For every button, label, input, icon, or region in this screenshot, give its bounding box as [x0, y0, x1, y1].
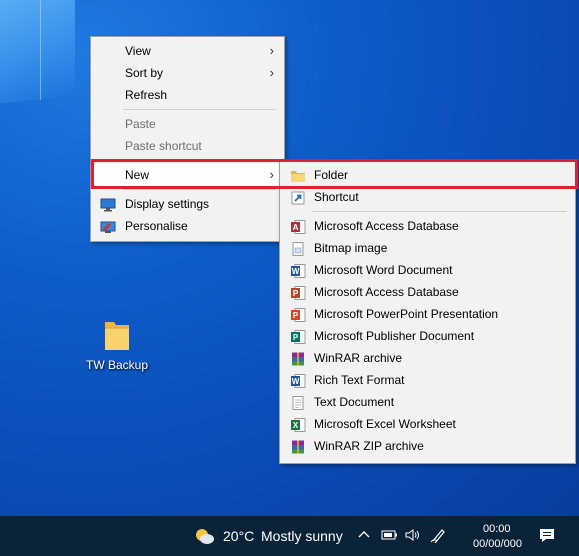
submenu-item-bitmap-image[interactable]: Bitmap image	[280, 237, 575, 259]
display-icon	[100, 197, 116, 212]
weather-temperature[interactable]: 20°C	[223, 516, 254, 556]
clock-date[interactable]: 00/00/000	[473, 538, 522, 550]
svg-text:P: P	[293, 333, 299, 342]
svg-text:P: P	[293, 311, 299, 320]
bitmap-icon	[290, 241, 306, 256]
submenu-item-publisher[interactable]: P Microsoft Publisher Document	[280, 325, 575, 347]
submenu-item-shortcut[interactable]: Shortcut	[280, 186, 575, 208]
publisher-icon: P	[290, 329, 306, 344]
weather-condition[interactable]: Mostly sunny	[261, 516, 343, 556]
notification-center-icon[interactable]	[538, 527, 556, 548]
access-icon: A	[290, 219, 306, 234]
svg-text:A: A	[293, 223, 299, 232]
chevron-up-icon[interactable]	[357, 528, 371, 545]
rtf-icon: W	[290, 373, 306, 388]
submenu-item-word-document[interactable]: W Microsoft Word Document	[280, 259, 575, 281]
menu-item-display-settings[interactable]: Display settings	[91, 193, 284, 215]
menu-separator	[312, 211, 567, 212]
svg-text:P: P	[293, 289, 299, 298]
chevron-right-icon: ›	[269, 43, 274, 58]
svg-text:W: W	[292, 377, 300, 386]
desktop-context-menu: View › Sort by › Refresh Paste Paste sho…	[90, 36, 285, 242]
submenu-item-powerpoint[interactable]: P Microsoft PowerPoint Presentation	[280, 303, 575, 325]
submenu-item-access-database-2[interactable]: P Microsoft Access Database	[280, 281, 575, 303]
powerpoint-icon: P	[290, 307, 306, 322]
menu-separator	[123, 189, 276, 190]
text-document-icon	[290, 395, 306, 410]
taskbar: 20°C Mostly sunny 00:00 00/00/000	[0, 516, 579, 556]
submenu-item-winrar-zip-archive[interactable]: WinRAR ZIP archive	[280, 435, 575, 457]
winrar-zip-icon	[290, 439, 306, 454]
battery-icon[interactable]	[381, 528, 399, 545]
highlight-box	[91, 159, 578, 189]
menu-item-view[interactable]: View ›	[91, 40, 284, 62]
menu-item-paste-shortcut[interactable]: Paste shortcut	[91, 135, 284, 157]
submenu-item-rich-text-format[interactable]: W Rich Text Format	[280, 369, 575, 391]
volume-icon[interactable]	[404, 528, 422, 545]
personalise-icon	[100, 219, 116, 233]
wallpaper-light-edge	[40, 0, 81, 100]
menu-item-sort-by[interactable]: Sort by ›	[91, 62, 284, 84]
excel-icon: X	[290, 417, 306, 432]
winrar-icon	[290, 351, 306, 366]
submenu-item-access-database[interactable]: A Microsoft Access Database	[280, 215, 575, 237]
svg-text:X: X	[293, 421, 299, 430]
word-icon: W	[290, 263, 306, 278]
desktop-icon-label: TW Backup	[85, 358, 148, 372]
chevron-right-icon: ›	[269, 65, 274, 80]
new-submenu: Folder Shortcut A Microsoft Access Datab…	[279, 160, 576, 464]
menu-separator	[123, 109, 276, 110]
access-icon: P	[290, 285, 306, 300]
menu-item-refresh[interactable]: Refresh	[91, 84, 284, 106]
submenu-item-text-document[interactable]: Text Document	[280, 391, 575, 413]
svg-text:W: W	[292, 267, 300, 276]
folder-icon	[103, 318, 131, 352]
menu-item-personalise[interactable]: Personalise	[91, 215, 284, 237]
menu-item-paste[interactable]: Paste	[91, 113, 284, 135]
pen-icon[interactable]	[430, 527, 448, 546]
desktop-icon-tw-backup[interactable]: TW Backup	[84, 318, 150, 372]
shortcut-icon	[290, 190, 306, 205]
weather-sun-icon[interactable]	[193, 526, 215, 549]
submenu-item-winrar-archive[interactable]: WinRAR archive	[280, 347, 575, 369]
submenu-item-excel-worksheet[interactable]: X Microsoft Excel Worksheet	[280, 413, 575, 435]
clock-time[interactable]: 00:00	[483, 523, 511, 535]
